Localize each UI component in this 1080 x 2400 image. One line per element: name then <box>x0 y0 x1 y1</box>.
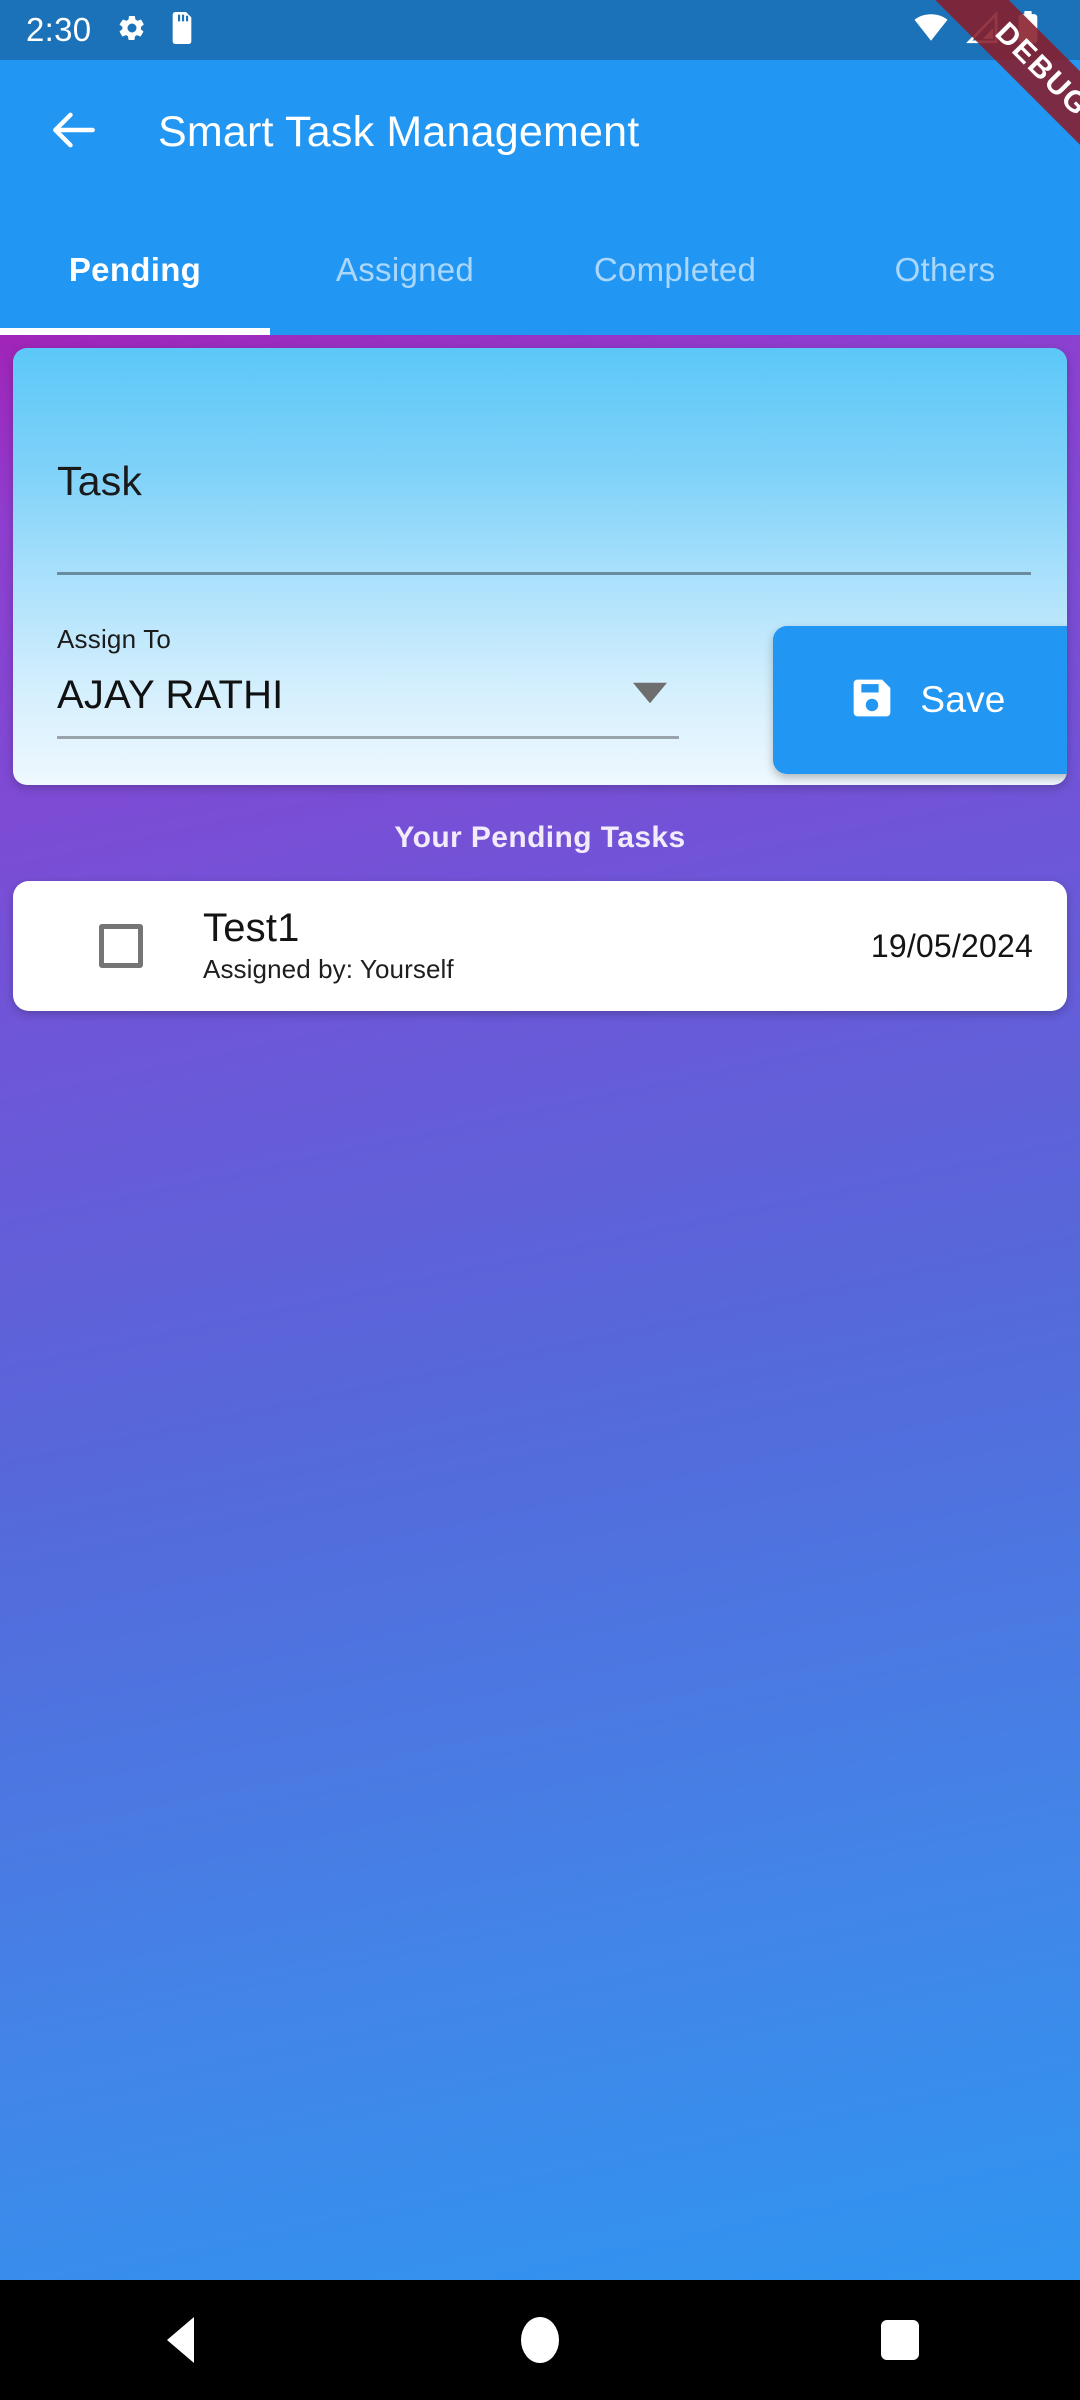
tab-pending-label: Pending <box>68 251 202 288</box>
tab-assigned[interactable]: Assigned <box>270 205 540 335</box>
home-circle-icon <box>521 2317 559 2363</box>
assign-to-group: Assign To AJAY RATHI <box>57 624 679 739</box>
assign-to-dropdown[interactable]: AJAY RATHI <box>57 673 679 718</box>
task-complete-checkbox[interactable] <box>99 924 143 968</box>
recents-square-icon <box>881 2320 919 2360</box>
chevron-down-icon <box>633 682 667 709</box>
battery-icon <box>1016 10 1040 50</box>
page-title: Smart Task Management <box>158 108 640 156</box>
tab-others[interactable]: Others <box>810 205 1080 335</box>
main-content: Task Assign To AJAY RATHI Save Your Pend… <box>0 335 1080 2280</box>
task-title: Test1 <box>203 906 300 950</box>
task-text-block: Test1 Assigned by: Yourself <box>203 907 871 985</box>
nav-recents-button[interactable] <box>720 2320 1080 2360</box>
task-date: 19/05/2024 <box>870 927 1033 964</box>
task-input-group: Task <box>57 458 1031 575</box>
task-assigned-by: Assigned by: Yourself <box>203 954 454 984</box>
tab-completed[interactable]: Completed <box>540 205 810 335</box>
wifi-icon <box>912 13 950 48</box>
nav-back-button[interactable] <box>0 2317 360 2363</box>
android-navigation-bar <box>0 2280 1080 2400</box>
nav-home-button[interactable] <box>360 2317 720 2363</box>
task-row[interactable]: Test1 Assigned by: Yourself 19/05/2024 <box>13 881 1067 1011</box>
pending-tasks-list: Test1 Assigned by: Yourself 19/05/2024 <box>0 881 1080 1011</box>
tab-bar: Pending Assigned Completed Others <box>0 205 1080 335</box>
cellular-signal-icon <box>966 10 1000 49</box>
save-button[interactable]: Save <box>773 626 1067 774</box>
new-task-form-card: Task Assign To AJAY RATHI Save <box>13 348 1067 785</box>
task-input-underline <box>57 572 1031 575</box>
status-bar-notification-icons <box>117 11 195 49</box>
tab-pending[interactable]: Pending <box>0 205 270 335</box>
tab-others-label: Others <box>894 251 996 288</box>
task-input[interactable]: Task <box>57 458 1031 505</box>
save-button-label: Save <box>920 679 1006 720</box>
status-bar-system-icons <box>912 10 1054 50</box>
assign-and-save-row: Assign To AJAY RATHI Save <box>57 624 1067 774</box>
status-bar-clock: 2:30 <box>26 11 92 48</box>
arrow-left-icon <box>46 102 102 163</box>
save-floppy-icon <box>850 676 894 725</box>
tab-active-indicator <box>0 328 270 335</box>
status-bar: 2:30 <box>0 0 1080 60</box>
assign-to-selected-value: AJAY RATHI <box>57 673 284 717</box>
pending-tasks-header: Your Pending Tasks <box>394 821 686 854</box>
sd-card-icon <box>169 11 195 49</box>
phone-screen: 2:30 Smart Task Management Pending Assig… <box>0 0 1080 2400</box>
tab-assigned-label: Assigned <box>335 251 475 288</box>
gear-icon <box>117 13 147 48</box>
assign-to-label: Assign To <box>57 624 172 654</box>
assign-to-underline <box>57 736 679 739</box>
back-triangle-icon <box>166 2317 194 2363</box>
back-button[interactable] <box>26 85 122 181</box>
tab-completed-label: Completed <box>593 251 757 288</box>
app-bar: Smart Task Management <box>0 60 1080 205</box>
